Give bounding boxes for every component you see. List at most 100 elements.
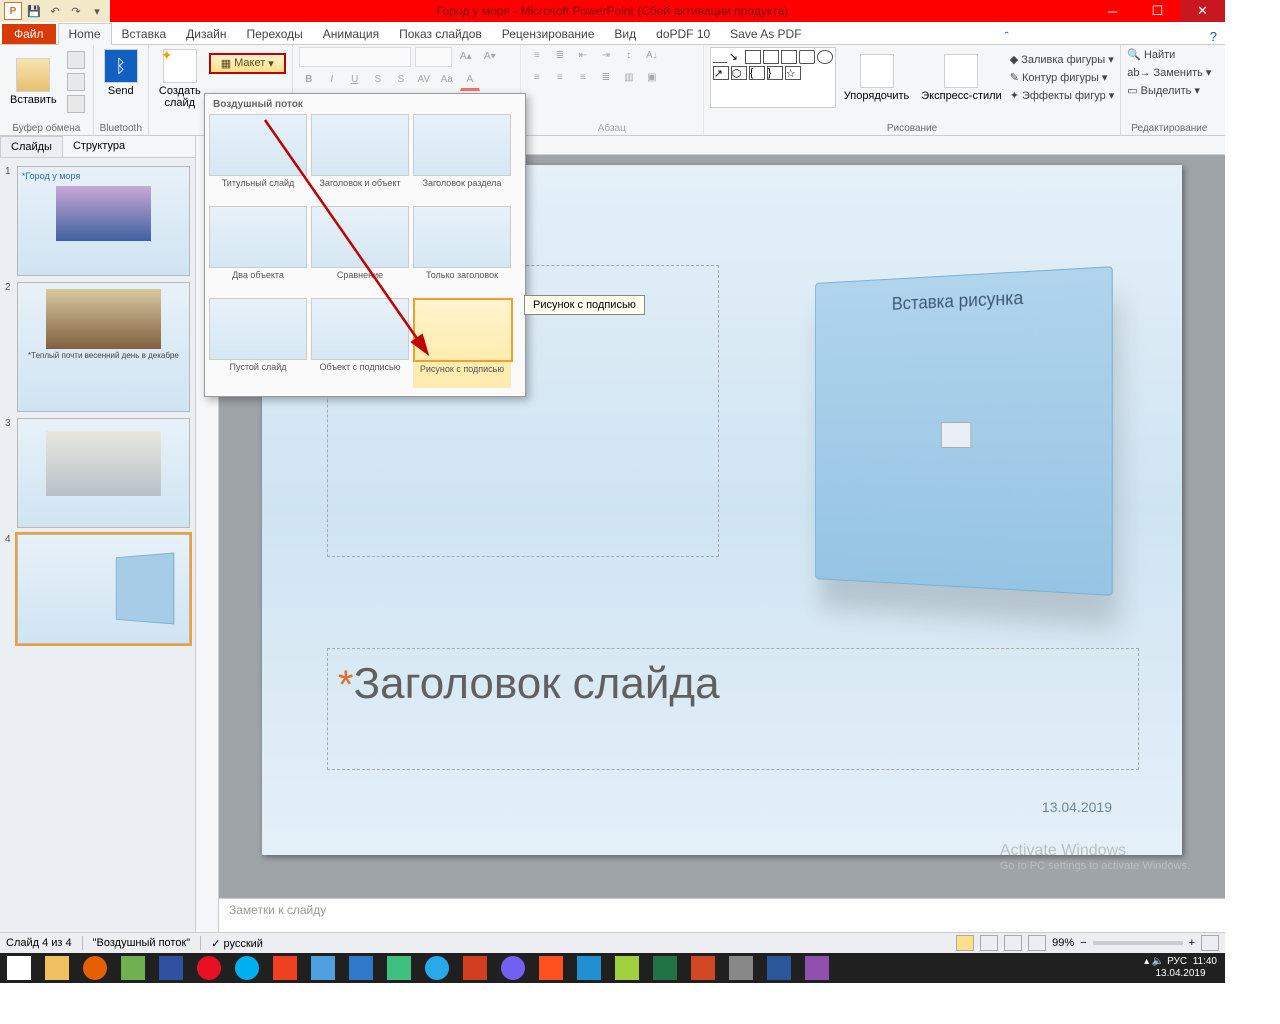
justify-icon[interactable]: ≣ (596, 69, 616, 87)
layout-button[interactable]: ▦ Макет ▾ (209, 53, 286, 74)
taskbar-app-icon[interactable] (798, 953, 836, 983)
numbering-icon[interactable]: ≣ (550, 47, 570, 65)
view-normal-icon[interactable] (956, 935, 974, 951)
tab-animation[interactable]: Анимация (313, 24, 389, 44)
shapes-gallery[interactable]: ↘ ↗⬡{}☆ (710, 47, 836, 108)
line-spacing-icon[interactable]: ↕ (619, 47, 639, 65)
columns-icon[interactable]: ▥ (619, 69, 639, 87)
align-left-icon[interactable]: ≡ (527, 69, 547, 87)
layout-item[interactable]: Заголовок и объект (311, 114, 409, 202)
cut-icon[interactable] (67, 51, 85, 69)
notes-pane[interactable]: Заметки к слайду (219, 898, 1225, 932)
tab-thumbnails[interactable]: Слайды (0, 136, 63, 157)
view-reading-icon[interactable] (1004, 935, 1022, 951)
strike-icon[interactable]: S (368, 71, 388, 89)
tab-insert[interactable]: Вставка (112, 24, 177, 44)
shadow-icon[interactable]: S (391, 71, 411, 89)
tab-slideshow[interactable]: Показ слайдов (389, 24, 492, 44)
layout-item[interactable]: Заголовок раздела (413, 114, 511, 202)
taskbar-app-icon[interactable] (266, 953, 304, 983)
taskbar-excel-icon[interactable] (646, 953, 684, 983)
fit-to-window-icon[interactable] (1201, 935, 1219, 951)
arrange-button[interactable]: Упорядочить (840, 52, 913, 104)
tab-view[interactable]: Вид (604, 24, 646, 44)
view-slideshow-icon[interactable] (1028, 935, 1046, 951)
case-icon[interactable]: Aa (437, 71, 457, 89)
shrink-font-icon[interactable]: A▾ (480, 48, 500, 66)
picture-placeholder[interactable]: Вставка рисунка (815, 266, 1113, 596)
find-button[interactable]: 🔍 Найти (1127, 47, 1175, 62)
smartart-icon[interactable]: ▣ (642, 69, 662, 87)
close-button[interactable]: ✕ (1180, 0, 1225, 22)
shape-effects-button[interactable]: ✦ Эффекты фигур ▾ (1010, 88, 1115, 103)
taskbar-explorer-icon[interactable] (38, 953, 76, 983)
layout-item[interactable]: Титульный слайд (209, 114, 307, 202)
font-size-select[interactable] (415, 47, 452, 67)
taskbar-skype-icon[interactable] (228, 953, 266, 983)
text-direction-icon[interactable]: A↓ (642, 47, 662, 65)
taskbar-app-icon[interactable] (304, 953, 342, 983)
taskbar-word-icon[interactable] (760, 953, 798, 983)
tab-dopdf[interactable]: doPDF 10 (646, 24, 720, 44)
new-slide-button[interactable]: ✦ Создать слайд (155, 47, 205, 111)
select-button[interactable]: ▭ Выделить ▾ (1127, 83, 1200, 98)
tab-outline[interactable]: Структура (63, 136, 135, 157)
align-right-icon[interactable]: ≡ (573, 69, 593, 87)
zoom-value[interactable]: 99% (1052, 937, 1074, 949)
taskbar-powerpoint-icon[interactable] (684, 953, 722, 983)
title-placeholder[interactable]: *Заголовок слайда (327, 648, 1139, 770)
tab-transitions[interactable]: Переходы (236, 24, 312, 44)
replace-button[interactable]: ab→ Заменить ▾ (1127, 65, 1211, 80)
layout-item-selected[interactable]: Рисунок с подписью (413, 298, 511, 388)
tab-review[interactable]: Рецензирование (492, 24, 605, 44)
taskbar-app-icon[interactable] (342, 953, 380, 983)
insert-picture-icon[interactable] (941, 422, 971, 448)
underline-icon[interactable]: U (345, 71, 365, 89)
zoom-slider[interactable] (1093, 941, 1183, 945)
thumbnail-item[interactable]: 3 (0, 415, 195, 531)
help-icon[interactable]: ? (1202, 29, 1225, 44)
taskbar-app-icon[interactable] (570, 953, 608, 983)
shape-outline-button[interactable]: ✎ Контур фигуры ▾ (1010, 70, 1108, 85)
file-tab[interactable]: Файл (2, 24, 56, 44)
taskbar-firefox-icon[interactable] (76, 953, 114, 983)
taskbar-app-icon[interactable] (456, 953, 494, 983)
taskbar-app-icon[interactable] (532, 953, 570, 983)
format-painter-icon[interactable] (67, 95, 85, 113)
font-color-icon[interactable]: A (460, 71, 480, 91)
spacing-icon[interactable]: AV (414, 71, 434, 89)
layout-item[interactable]: Объект с подписью (311, 298, 409, 388)
thumbnails-list[interactable]: 1*Город у моря 2*Теплый почти весенний д… (0, 158, 195, 652)
taskbar-opera-icon[interactable] (190, 953, 228, 983)
italic-icon[interactable]: I (322, 71, 342, 89)
paste-button[interactable]: Вставить (6, 56, 61, 108)
taskbar-app-icon[interactable] (152, 953, 190, 983)
grow-font-icon[interactable]: A▴ (456, 48, 476, 66)
system-tray[interactable]: ▴ 🔈 РУС 11:4013.04.2019 (1136, 956, 1225, 980)
tab-home[interactable]: Home (58, 23, 112, 45)
indent-dec-icon[interactable]: ⇤ (573, 47, 593, 65)
font-family-select[interactable] (299, 47, 411, 67)
minimize-button[interactable]: ─ (1090, 0, 1135, 22)
taskbar-app-icon[interactable] (114, 953, 152, 983)
taskbar-telegram-icon[interactable] (418, 953, 456, 983)
zoom-in-icon[interactable]: + (1189, 937, 1195, 949)
tab-saveaspdf[interactable]: Save As PDF (720, 24, 811, 44)
bold-icon[interactable]: B (299, 71, 319, 89)
thumbnail-item[interactable]: 1*Город у моря (0, 163, 195, 279)
taskbar-viber-icon[interactable] (494, 953, 532, 983)
indent-inc-icon[interactable]: ⇥ (596, 47, 616, 65)
tab-design[interactable]: Дизайн (176, 24, 236, 44)
quick-styles-button[interactable]: Экспресс-стили (917, 52, 1005, 104)
view-sorter-icon[interactable] (980, 935, 998, 951)
bullets-icon[interactable]: ≡ (527, 47, 547, 65)
layout-item[interactable]: Только заголовок (413, 206, 511, 294)
thumbnail-item[interactable]: 2*Теплый почти весенний день в декабре (0, 279, 195, 415)
taskbar-app-icon[interactable] (722, 953, 760, 983)
status-language[interactable]: ✓ русский (211, 937, 263, 950)
start-button[interactable] (0, 953, 38, 983)
send-button[interactable]: ᛒ Send (100, 47, 142, 99)
shape-fill-button[interactable]: ◆ Заливка фигуры ▾ (1010, 52, 1114, 67)
maximize-button[interactable]: ☐ (1135, 0, 1180, 22)
zoom-out-icon[interactable]: − (1080, 937, 1086, 949)
